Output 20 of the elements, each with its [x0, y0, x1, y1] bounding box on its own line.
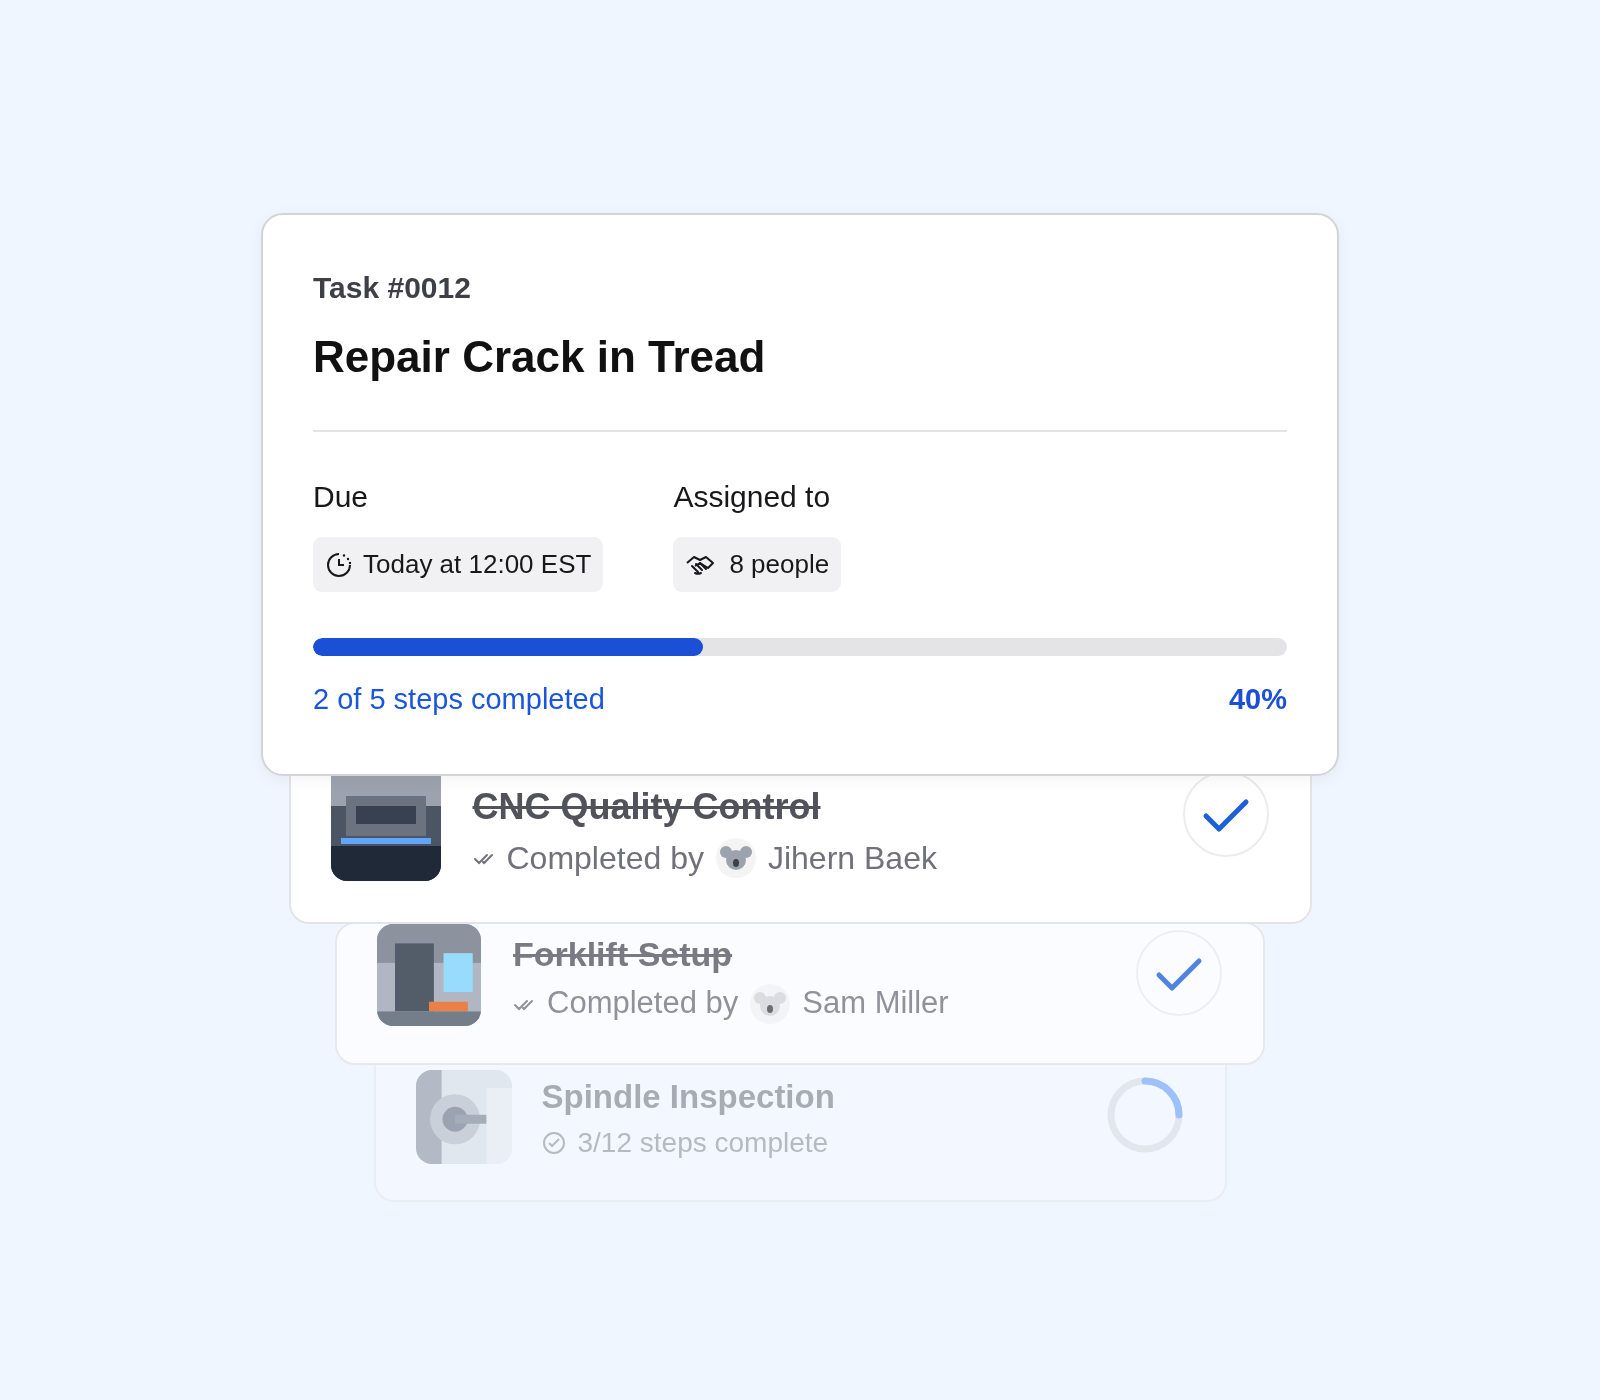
- info-chip: 8 people: [673, 537, 842, 592]
- person-name: Sam Miller: [802, 984, 949, 1023]
- task-title: Repair Crack in Tread: [313, 331, 767, 383]
- step-status: 3/12 steps complete: [577, 1125, 829, 1160]
- step-title: CNC Quality Control: [472, 784, 822, 829]
- progress-percent: 40%: [1228, 682, 1287, 717]
- step-title: Spindle Inspection: [541, 1077, 836, 1118]
- step-status: Completed by: [547, 984, 739, 1023]
- field-label: Assigned to: [673, 479, 832, 515]
- info-chip: Today at 12:00 EST: [313, 537, 604, 592]
- step-title: Forklift Setup: [513, 934, 734, 976]
- person-name: Jihern Baek: [767, 838, 937, 878]
- task-number: Task #0012: [313, 270, 472, 306]
- progress-caption: 2 of 5 steps completed: [313, 682, 605, 717]
- step-status: Completed by: [506, 838, 704, 878]
- animal-avatar-icon: [750, 983, 791, 1024]
- check-circle-icon: [541, 1130, 566, 1155]
- field-label: Due: [313, 479, 370, 515]
- clock-icon: [325, 550, 353, 579]
- animal-avatar-icon: [715, 837, 756, 878]
